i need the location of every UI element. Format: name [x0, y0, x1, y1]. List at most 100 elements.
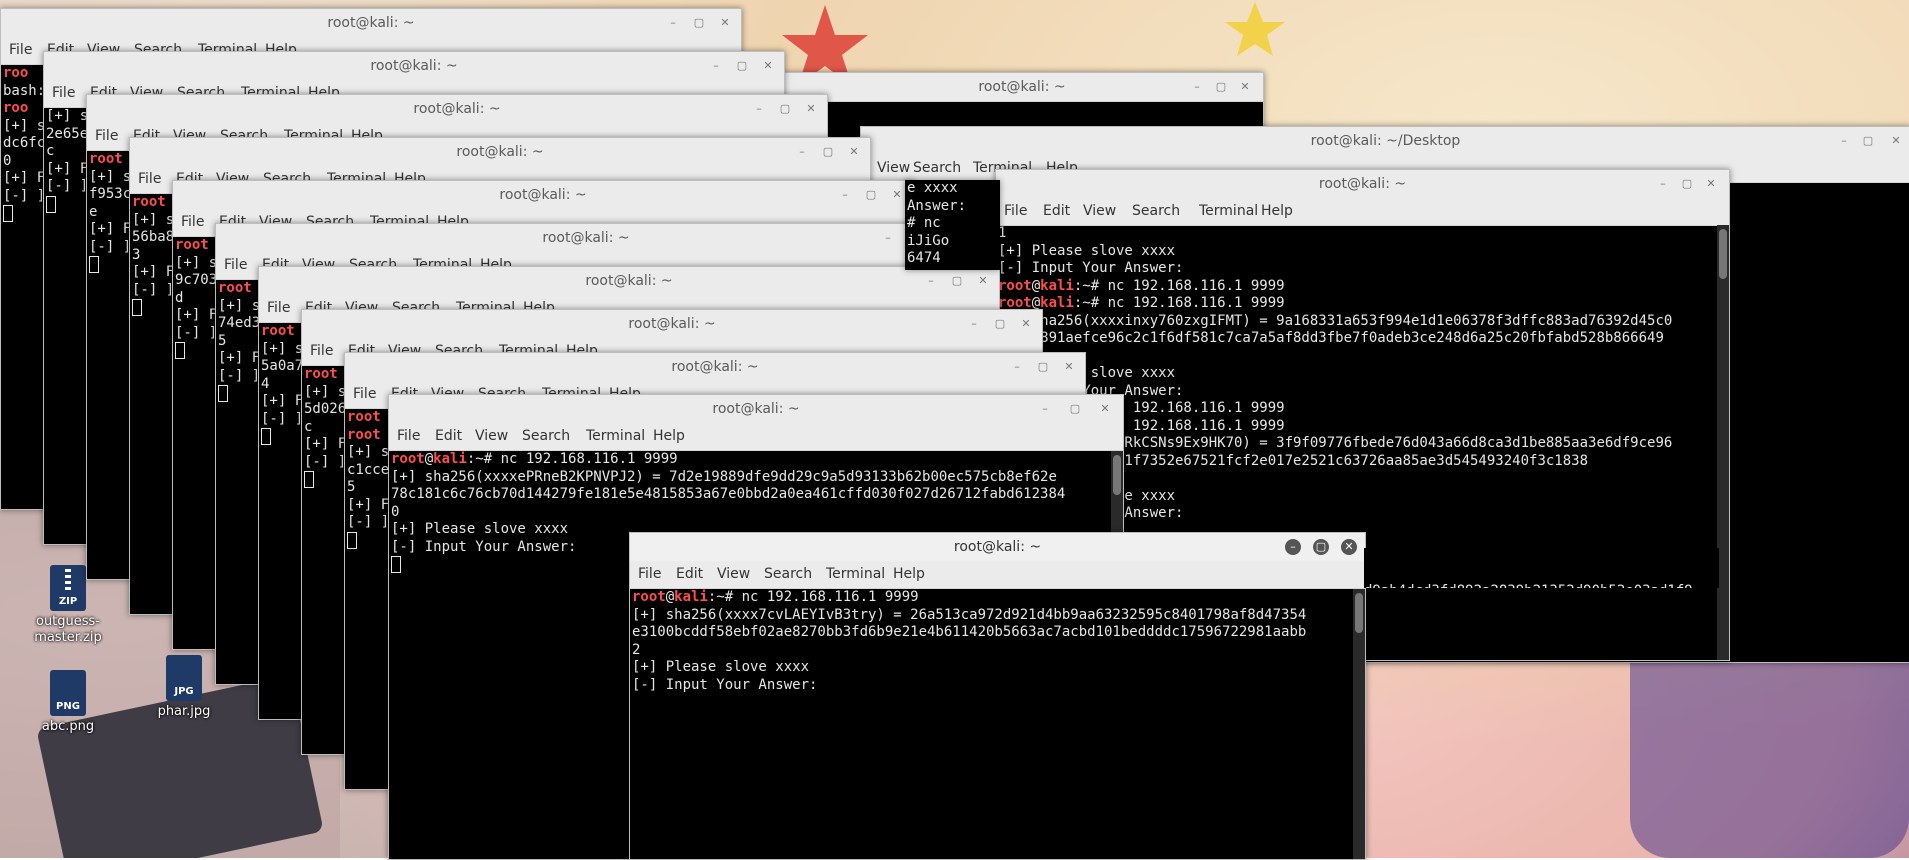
prompt-host: kali: [674, 589, 708, 605]
maximize-icon[interactable]: ▢: [992, 316, 1008, 332]
close-icon[interactable]: ✕: [1097, 401, 1113, 417]
maximize-icon[interactable]: ▢: [1313, 539, 1329, 555]
close-icon[interactable]: ✕: [846, 144, 862, 160]
close-icon[interactable]: ✕: [889, 187, 905, 203]
menu-terminal[interactable]: Terminal: [586, 428, 645, 444]
window-title: root@kali: ~: [499, 187, 587, 203]
menu-search[interactable]: Search: [913, 160, 961, 176]
terminal-window-partial[interactable]: e xxxx Answer: # nc iJiGo 6474: [905, 180, 1000, 270]
maximize-icon[interactable]: ▢: [863, 187, 879, 203]
minimize-icon[interactable]: –: [1285, 539, 1301, 555]
window-title: root@kali: ~: [542, 230, 630, 246]
menu-help[interactable]: Help: [1261, 203, 1293, 219]
menu-view[interactable]: View: [717, 566, 750, 582]
minimize-icon[interactable]: –: [923, 273, 939, 289]
close-icon[interactable]: ✕: [1018, 316, 1034, 332]
terminal-line: root@kali:~# nc 192.168.116.1 9999: [632, 589, 919, 605]
minimize-icon[interactable]: –: [966, 316, 982, 332]
menu-file[interactable]: File: [52, 85, 75, 101]
menu-file[interactable]: File: [224, 257, 247, 273]
menu-help[interactable]: Help: [893, 566, 925, 582]
terminal-line: [+] sha256(xxxx7cvLAEYIvB3try) = 26a513c…: [632, 606, 1307, 623]
maximize-icon[interactable]: ▢: [820, 144, 836, 160]
text-cursor: [89, 256, 99, 273]
maximize-icon[interactable]: ▢: [1679, 176, 1695, 192]
window-title: root@kali: ~: [671, 359, 759, 375]
menu-view[interactable]: View: [475, 428, 508, 444]
terminal-line: iJiGo: [907, 232, 950, 249]
minimize-icon[interactable]: –: [1655, 176, 1671, 192]
terminal-output: root@kali:~# nc 192.168.116.1 9999 [+] sh…: [632, 589, 1351, 859]
menu-help[interactable]: Help: [653, 428, 685, 444]
maximize-icon[interactable]: ▢: [949, 273, 965, 289]
maximize-icon[interactable]: ▢: [1067, 401, 1083, 417]
menu-file[interactable]: File: [95, 128, 118, 144]
close-icon[interactable]: ✕: [717, 15, 733, 31]
minimize-icon[interactable]: –: [1009, 359, 1025, 375]
close-icon[interactable]: ✕: [760, 58, 776, 74]
menu-edit[interactable]: Edit: [676, 566, 703, 582]
menu-file[interactable]: File: [9, 42, 32, 58]
minimize-icon[interactable]: –: [1189, 79, 1205, 95]
menu-file[interactable]: File: [1004, 203, 1027, 219]
close-icon[interactable]: ✕: [1703, 176, 1719, 192]
minimize-icon[interactable]: –: [880, 230, 896, 246]
menu-view[interactable]: View: [877, 160, 910, 176]
desktop-icon-png[interactable]: PNG abc.png: [28, 670, 108, 735]
close-icon[interactable]: ✕: [1237, 79, 1253, 95]
close-icon[interactable]: ✕: [803, 101, 819, 117]
minimize-icon[interactable]: –: [751, 101, 767, 117]
menu-file[interactable]: File: [353, 386, 376, 402]
close-icon[interactable]: ✕: [975, 273, 991, 289]
terminal-line: e xxxx: [907, 180, 958, 196]
menu-file[interactable]: File: [181, 214, 204, 230]
menu-search[interactable]: Search: [522, 428, 570, 444]
terminal-line: root@kali:~# nc 192.168.116.1 9999: [998, 295, 1285, 311]
terminal-line: [+] sha256(xxxxinxy760zxgIFMT) = 9a16833…: [998, 312, 1673, 329]
zip-file-icon: ZIP: [50, 565, 86, 611]
scrollbar[interactable]: [1717, 225, 1729, 660]
menu-file[interactable]: File: [397, 428, 420, 444]
minimize-icon[interactable]: –: [1836, 133, 1852, 149]
terminal-line: 6891aefce96c2c1f6df581c7ca7a5af8dd3fbe7f…: [998, 330, 1664, 346]
minimize-icon[interactable]: –: [837, 187, 853, 203]
maximize-icon[interactable]: ▢: [1860, 133, 1876, 149]
scrollbar[interactable]: [1353, 589, 1365, 859]
menu-terminal[interactable]: Terminal: [1199, 203, 1258, 219]
menu-terminal[interactable]: Terminal: [826, 566, 885, 582]
desktop-icon-jpg[interactable]: JPG phar.jpg: [144, 655, 224, 720]
close-icon[interactable]: ✕: [1061, 359, 1077, 375]
menu-file[interactable]: File: [638, 566, 661, 582]
close-icon[interactable]: ✕: [1341, 539, 1357, 555]
menu-view[interactable]: View: [1083, 203, 1116, 219]
star-decoration-yellow: [1225, 2, 1285, 56]
minimize-icon[interactable]: –: [665, 15, 681, 31]
maximize-icon[interactable]: ▢: [777, 101, 793, 117]
minimize-icon[interactable]: –: [708, 58, 724, 74]
menu-file[interactable]: File: [267, 300, 290, 316]
terminal-line: [+] Please slove xxxx: [998, 365, 1176, 381]
prompt-host: kali: [1040, 277, 1074, 294]
menu-search[interactable]: Search: [1132, 203, 1180, 219]
maximize-icon[interactable]: ▢: [691, 15, 707, 31]
jpg-file-icon: JPG: [166, 655, 202, 701]
maximize-icon[interactable]: ▢: [1213, 79, 1229, 95]
text-cursor: [175, 342, 185, 359]
menu-search[interactable]: Search: [764, 566, 812, 582]
minimize-icon[interactable]: –: [1037, 401, 1053, 417]
text-cursor: [3, 205, 13, 222]
terminal-output: e xxxx Answer: # nc iJiGo 6474: [907, 180, 1000, 270]
maximize-icon[interactable]: ▢: [1035, 359, 1051, 375]
maximize-icon[interactable]: ▢: [734, 58, 750, 74]
menu-edit[interactable]: Edit: [435, 428, 462, 444]
terminal-line: 78c181c6c76cb70d144279fe181e5e4815853a67…: [391, 486, 1066, 502]
terminal-line: [+] sha256(xxxxePRneB2KPNVPJ2) = 7d2e198…: [391, 468, 1057, 485]
menu-edit[interactable]: Edit: [1043, 203, 1070, 219]
close-icon[interactable]: ✕: [1888, 133, 1904, 149]
menu-file[interactable]: File: [138, 171, 161, 187]
menu-file[interactable]: File: [310, 343, 333, 359]
window-title: root@kali: ~/Desktop: [1310, 133, 1461, 149]
minimize-icon[interactable]: –: [794, 144, 810, 160]
terminal-window-front-right[interactable]: root@kali: ~ – ▢ ✕ File Edit View Search…: [629, 532, 1366, 860]
terminal-line: 1: [998, 225, 1007, 241]
